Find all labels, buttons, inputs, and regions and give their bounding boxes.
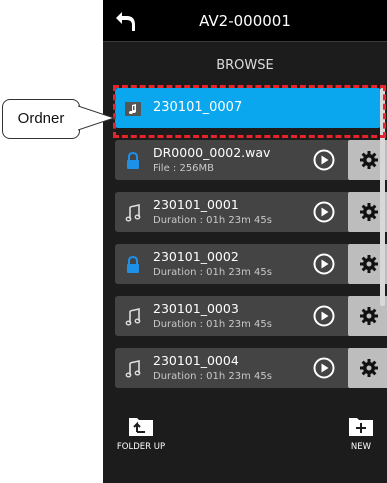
list-item[interactable]: DR0000_0002.wav File : 256MB [115,140,387,180]
gear-icon [360,359,378,377]
list-item[interactable]: 230101_0003 Duration : 01h 23m 45s [115,296,387,336]
music-note-icon [125,204,141,222]
phone-screen: AV2-000001 BROWSE 230101_0007 DR0000_000… [103,0,387,483]
play-icon[interactable] [313,357,335,379]
list-item[interactable]: 230101_0004 Duration : 01h 23m 45s [115,348,387,388]
gear-icon [360,151,378,169]
item-name: DR0000_0002.wav [153,145,271,160]
play-icon[interactable] [313,201,335,223]
play-icon[interactable] [313,305,335,327]
lock-icon [127,256,139,273]
item-name: 230101_0003 [153,301,239,316]
list-item[interactable]: 230101_0001 Duration : 01h 23m 45s [115,192,387,232]
new-folder-icon [349,418,373,436]
callout-pointer [78,105,116,131]
back-arrow-icon[interactable] [113,9,137,33]
play-icon[interactable] [313,253,335,275]
settings-button[interactable] [348,348,387,388]
play-icon[interactable] [313,149,335,171]
callout-box: Ordner [2,99,80,139]
new-folder-button[interactable]: NEW [331,412,387,456]
folder-up-label: FOLDER UP [116,442,166,452]
item-detail: File : 256MB [153,163,215,174]
folder-up-button[interactable]: FOLDER UP [111,412,171,456]
lock-icon [127,152,139,169]
callout-label: Ordner [17,110,65,127]
title-bar: AV2-000001 [103,0,387,42]
item-detail: Duration : 01h 23m 45s [153,215,272,226]
music-note-icon [125,360,141,378]
folder-up-icon [129,418,153,436]
item-detail: Duration : 01h 23m 45s [153,371,272,382]
music-note-icon [125,308,141,326]
gear-icon [360,307,378,325]
item-name: 230101_0001 [153,197,239,212]
gear-icon [360,255,378,273]
highlight-frame [113,85,386,138]
item-name: 230101_0002 [153,249,239,264]
new-label: NEW [350,442,372,452]
list-item[interactable]: 230101_0002 Duration : 01h 23m 45s [115,244,387,284]
item-detail: Duration : 01h 23m 45s [153,319,272,330]
gear-icon [360,203,378,221]
page-title: AV2-000001 [199,12,291,30]
item-detail: Duration : 01h 23m 45s [153,267,272,278]
browse-subtitle: BROWSE [216,58,274,73]
item-name: 230101_0004 [153,353,239,368]
